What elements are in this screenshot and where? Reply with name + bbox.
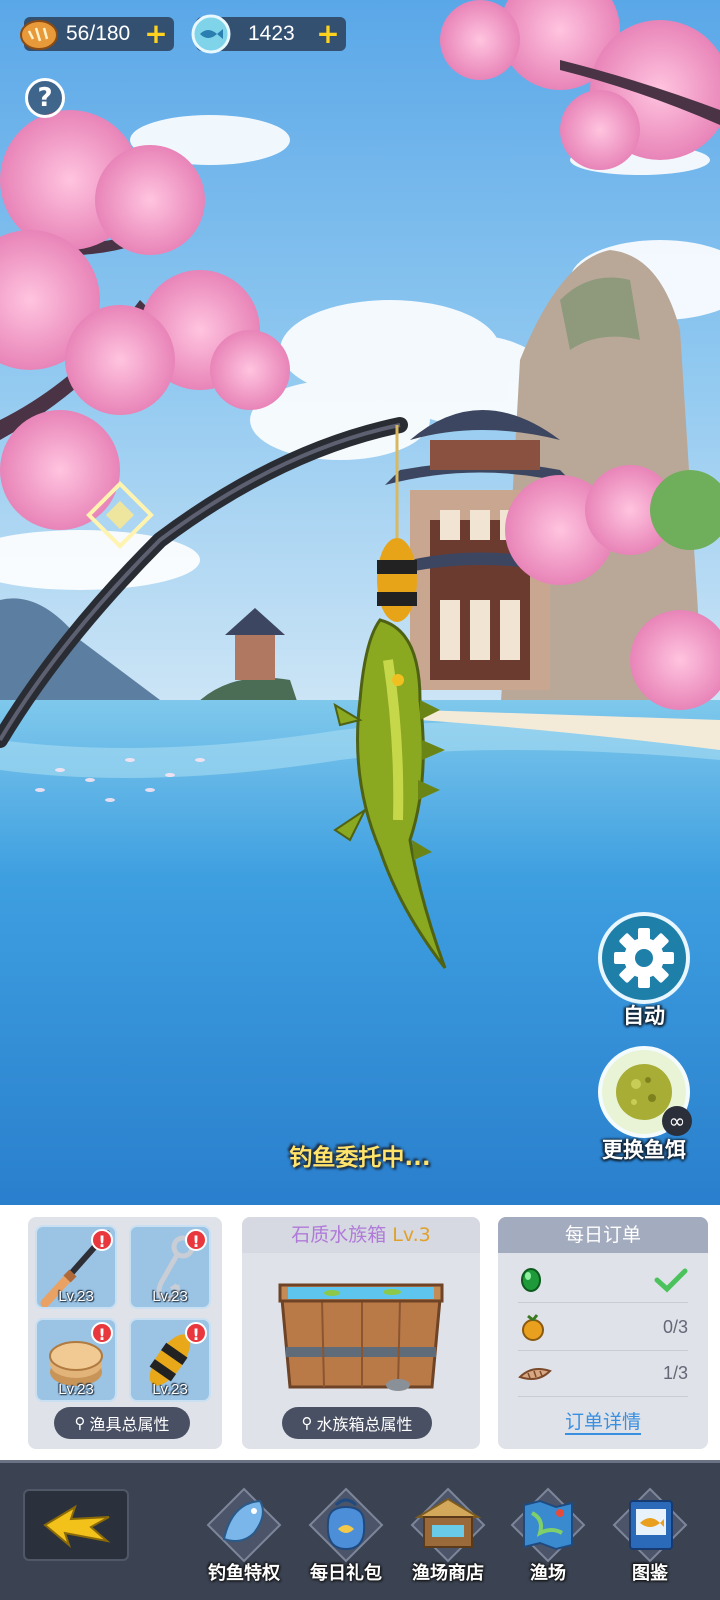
upgrade-alert-icon: ! xyxy=(185,1322,207,1344)
order-count: 0/3 xyxy=(662,1317,688,1337)
gear-level: Lv.23 xyxy=(152,1288,188,1305)
nav-label: 渔场商店 xyxy=(412,1563,484,1584)
fishing-status-text: 钓鱼委托中... xyxy=(289,1145,431,1171)
collapse-button[interactable] xyxy=(23,1489,129,1561)
fish-privilege-icon xyxy=(206,1487,282,1563)
orange-fruit-icon xyxy=(522,1313,544,1341)
upgrade-alert-icon: ! xyxy=(91,1322,113,1344)
auto-label: 自动 xyxy=(623,1004,665,1028)
aquarium-name: 石质水族箱 xyxy=(291,1224,387,1246)
upgrade-alert-icon: ! xyxy=(185,1229,207,1251)
add-bread-button[interactable]: + xyxy=(144,20,168,48)
help-button[interactable]: ? xyxy=(25,78,65,118)
order-count: 1/3 xyxy=(662,1363,688,1383)
order-details-label: 订单详情 xyxy=(564,1411,641,1435)
aquarium-title: 石质水族箱 Lv.3 xyxy=(242,1217,480,1253)
nav-fishery[interactable]: 渔场 xyxy=(500,1483,596,1585)
bread-icon xyxy=(20,20,58,50)
nav-fishery-shop[interactable]: 渔场商店 xyxy=(400,1483,496,1585)
infinite-badge: ∞ xyxy=(662,1106,692,1136)
add-fish-coin-button[interactable]: + xyxy=(316,20,340,48)
bread-count: 56/180 xyxy=(66,22,131,45)
gear-level: Lv.23 xyxy=(58,1288,94,1305)
shop-stall-icon xyxy=(410,1487,486,1563)
order-details-link[interactable]: 订单详情 xyxy=(498,1407,708,1435)
order-item-gem: ✓ xyxy=(518,1257,688,1303)
shell-icon xyxy=(518,1367,552,1380)
auto-gear-icon xyxy=(598,912,690,1004)
gear-level: Lv.23 xyxy=(152,1381,188,1398)
nav-encyclopedia[interactable]: 图鉴 xyxy=(602,1483,698,1585)
nav-fishing-privilege[interactable]: 钓鱼特权 xyxy=(196,1483,292,1585)
daily-orders-card: 每日订单 ✓ 0/3 1/3 订单详情 xyxy=(498,1217,708,1449)
aquarium-card: 石质水族箱 Lv.3 ⚲ 水族箱总属性 xyxy=(242,1217,480,1449)
daily-orders-title: 每日订单 xyxy=(498,1217,708,1253)
nav-label: 钓鱼特权 xyxy=(208,1563,280,1584)
upgrade-alert-icon: ! xyxy=(91,1229,113,1251)
order-item-fruit: 0/3 xyxy=(518,1305,688,1351)
fish-coin-icon xyxy=(191,14,231,54)
fishing-map-icon xyxy=(510,1487,586,1563)
stone-aquarium-icon[interactable] xyxy=(242,1257,480,1397)
search-icon: ⚲ xyxy=(301,1414,313,1432)
order-item-shell: 1/3 xyxy=(518,1351,688,1397)
nav-daily-gift[interactable]: 每日礼包 xyxy=(298,1483,394,1585)
search-icon: ⚲ xyxy=(74,1414,86,1432)
aquarium-total-stats-button[interactable]: ⚲ 水族箱总属性 xyxy=(282,1407,432,1439)
fishing-gear-card: Lv.23 ! Lv.23 ! Lv.23 ! Lv.23 ! ⚲ 渔具总属性 xyxy=(28,1217,222,1449)
encyclopedia-book-icon xyxy=(612,1487,688,1563)
gear-slot-float[interactable]: Lv.23 ! xyxy=(129,1318,211,1402)
green-gem-icon xyxy=(521,1267,541,1292)
gear-total-stats-label: 渔具总属性 xyxy=(89,1415,170,1434)
checkmark-icon xyxy=(654,1268,688,1292)
gear-slot-rod[interactable]: Lv.23 ! xyxy=(35,1225,117,1309)
nav-label: 每日礼包 xyxy=(310,1563,382,1584)
gear-total-stats-button[interactable]: ⚲ 渔具总属性 xyxy=(54,1407,190,1439)
auto-button[interactable]: 自动 xyxy=(596,912,692,1030)
gear-slot-hook[interactable]: Lv.23 ! xyxy=(129,1225,211,1309)
bait-ball-icon: ∞ xyxy=(598,1046,692,1138)
fish-coin-resource: 1423 + xyxy=(191,14,346,54)
bread-resource: 56/180 + xyxy=(20,17,174,51)
aquarium-total-stats-label: 水族箱总属性 xyxy=(316,1415,413,1434)
gear-level: Lv.23 xyxy=(58,1381,94,1398)
fish-coin-count: 1423 xyxy=(248,22,295,45)
aquarium-level: Lv.3 xyxy=(392,1224,431,1246)
daily-gift-bag-icon xyxy=(308,1487,384,1563)
lightning-arrow-icon xyxy=(43,1504,111,1549)
bottom-nav: 钓鱼特权 每日礼包 渔场商店 渔场 图鉴 xyxy=(0,1460,720,1600)
gear-slot-line[interactable]: Lv.23 ! xyxy=(35,1318,117,1402)
